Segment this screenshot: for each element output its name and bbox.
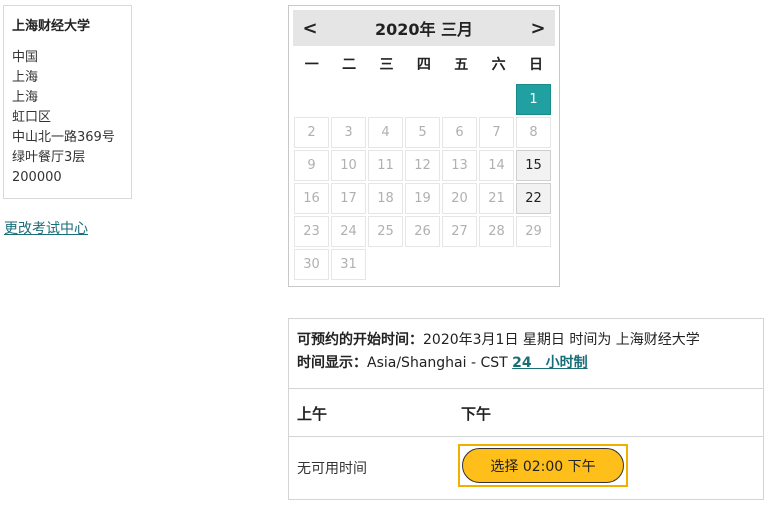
calendar-day-grid: 1 2 3 4 5 6 7 8 9 10 11 12 13 14 15 16 17 18 19 20 21 22 23 24 2… bbox=[293, 84, 559, 282]
calendar-day-20: 20 bbox=[442, 183, 477, 214]
calendar-day-3: 3 bbox=[331, 117, 366, 148]
calendar-week-row: 1 bbox=[293, 84, 559, 117]
calendar-day-27: 27 bbox=[442, 216, 477, 247]
booking-panel: 可预约的开始时间：2020年3月1日 星期日 时间为 上海财经大学 时间显示：A… bbox=[288, 318, 764, 500]
calendar-week-row: 16 17 18 19 20 21 22 bbox=[293, 183, 559, 216]
booking-info: 可预约的开始时间：2020年3月1日 星期日 时间为 上海财经大学 时间显示：A… bbox=[289, 319, 763, 389]
calendar-empty-cell bbox=[442, 84, 477, 115]
calendar-empty-cell bbox=[331, 84, 366, 115]
calendar-day-31: 31 bbox=[331, 249, 366, 280]
calendar-empty-cell bbox=[368, 84, 403, 115]
24-hour-format-link[interactable]: 24 小时制 bbox=[512, 355, 587, 371]
address-line-floor: 绿叶餐厅3层 bbox=[12, 150, 86, 165]
address-line-street: 中山北一路369号 bbox=[12, 130, 115, 145]
address-line-country: 中国 bbox=[12, 50, 39, 65]
address-line-province: 上海 bbox=[12, 70, 39, 85]
calendar-day-4: 4 bbox=[368, 117, 403, 148]
timezone-label: 时间显示： bbox=[297, 355, 367, 371]
time-slots-row: 无可用时间 选择 02:00 下午 bbox=[289, 437, 763, 499]
column-am: 上午 bbox=[297, 405, 328, 423]
weekday-thu: 四 bbox=[416, 57, 431, 73]
calendar-day-22[interactable]: 22 bbox=[516, 183, 551, 214]
calendar-day-5: 5 bbox=[405, 117, 440, 148]
calendar-day-16: 16 bbox=[294, 183, 329, 214]
calendar-day-18: 18 bbox=[368, 183, 403, 214]
weekday-sun: 日 bbox=[529, 57, 544, 73]
calendar-day-13: 13 bbox=[442, 150, 477, 181]
calendar-week-row: 9 10 11 12 13 14 15 bbox=[293, 150, 559, 183]
calendar-week-row: 2345678 bbox=[293, 117, 559, 150]
calendar-day-11: 11 bbox=[368, 150, 403, 181]
calendar-day-28: 28 bbox=[479, 216, 514, 247]
weekday-fri: 五 bbox=[454, 57, 469, 73]
calendar-day-6: 6 bbox=[442, 117, 477, 148]
address-line-district: 虹口区 bbox=[12, 110, 52, 125]
calendar-day-21: 21 bbox=[479, 183, 514, 214]
weekday-sat: 六 bbox=[491, 57, 506, 73]
address-line-city: 上海 bbox=[12, 90, 39, 105]
timezone-value: Asia/Shanghai - CST bbox=[367, 355, 508, 371]
am-no-availability: 无可用时间 bbox=[297, 461, 367, 477]
calendar-week-row: 23 24 25 26 27 28 29 bbox=[293, 216, 559, 249]
change-test-center-link[interactable]: 更改考试中心 bbox=[4, 218, 88, 238]
next-month-button[interactable]: > bbox=[521, 18, 555, 39]
start-time-value: 2020年3月1日 星期日 时间为 上海财经大学 bbox=[423, 332, 700, 348]
calendar-day-19: 19 bbox=[405, 183, 440, 214]
calendar-day-26: 26 bbox=[405, 216, 440, 247]
slot-focus-ring: 选择 02:00 下午 bbox=[458, 444, 628, 487]
calendar-day-2: 2 bbox=[294, 117, 329, 148]
calendar-day-10: 10 bbox=[331, 150, 366, 181]
calendar-week-row: 30 31 bbox=[293, 249, 559, 282]
calendar-empty-cell bbox=[294, 84, 329, 115]
calendar-empty-cell bbox=[479, 84, 514, 115]
weekday-header: 一 二 三 四 五 六 日 bbox=[293, 54, 555, 76]
calendar-day-24: 24 bbox=[331, 216, 366, 247]
test-center-name: 上海财经大学 bbox=[12, 19, 91, 34]
calendar-day-17: 17 bbox=[331, 183, 366, 214]
calendar: < 2020年 三月 > 一 二 三 四 五 六 日 1 2 3 4 5 6 7 8 9 10 11… bbox=[288, 5, 560, 287]
calendar-day-9: 9 bbox=[294, 150, 329, 181]
calendar-day-25: 25 bbox=[368, 216, 403, 247]
weekday-tue: 二 bbox=[342, 57, 357, 73]
calendar-day-7: 7 bbox=[479, 117, 514, 148]
address-line-postcode: 200000 bbox=[12, 170, 62, 185]
calendar-empty-cell bbox=[405, 84, 440, 115]
calendar-day-12: 12 bbox=[405, 150, 440, 181]
calendar-header: < 2020年 三月 > bbox=[293, 10, 555, 46]
start-time-label: 可预约的开始时间： bbox=[297, 332, 423, 348]
time-columns-header: 上午 下午 bbox=[289, 389, 763, 437]
calendar-day-15[interactable]: 15 bbox=[516, 150, 551, 181]
select-0200-pm-button[interactable]: 选择 02:00 下午 bbox=[462, 448, 624, 483]
column-pm: 下午 bbox=[461, 405, 492, 423]
weekday-mon: 一 bbox=[304, 57, 319, 73]
calendar-day-8: 8 bbox=[516, 117, 551, 148]
calendar-day-29: 29 bbox=[516, 216, 551, 247]
test-center-address-card: 上海财经大学 中国 上海 上海 虹口区 中山北一路369号 绿叶餐厅3层 200… bbox=[3, 5, 132, 199]
prev-month-button[interactable]: < bbox=[293, 18, 327, 39]
calendar-month-title: 2020年 三月 bbox=[374, 20, 474, 39]
calendar-day-14: 14 bbox=[479, 150, 514, 181]
weekday-wed: 三 bbox=[379, 57, 394, 73]
calendar-day-30: 30 bbox=[294, 249, 329, 280]
calendar-day-1[interactable]: 1 bbox=[516, 84, 551, 115]
calendar-day-23: 23 bbox=[294, 216, 329, 247]
